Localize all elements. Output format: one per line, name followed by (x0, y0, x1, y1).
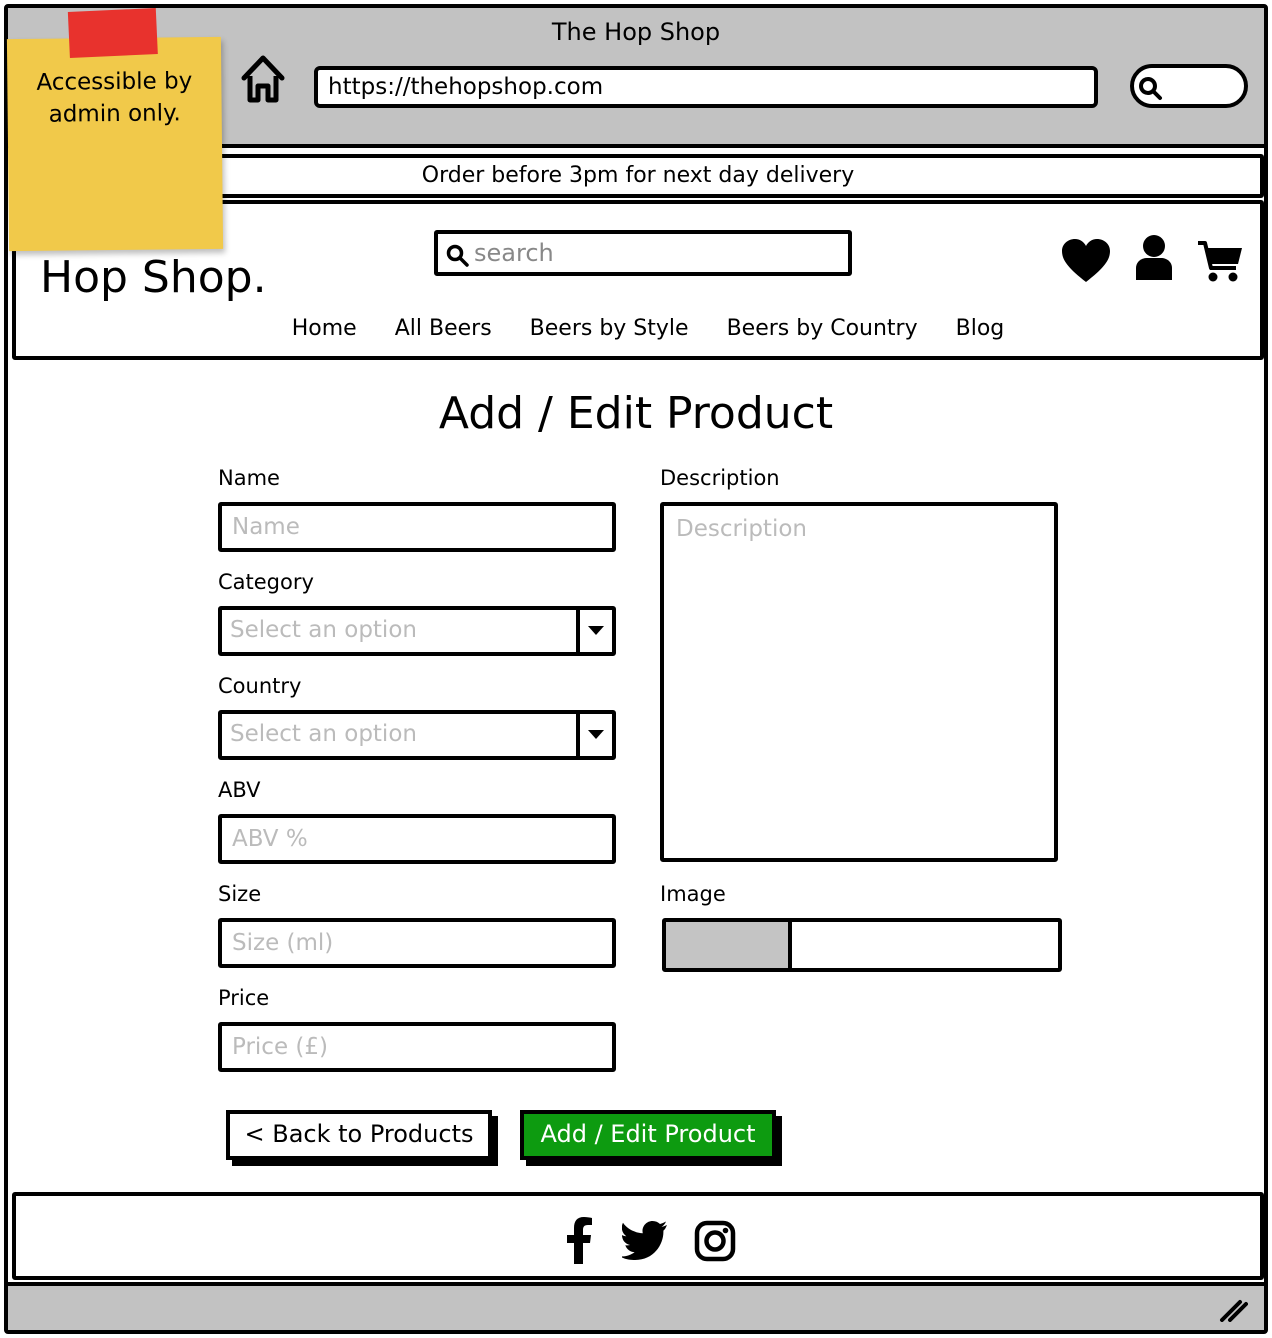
name-label: Name (218, 466, 280, 490)
name-input[interactable] (218, 502, 616, 552)
search-input[interactable] (474, 236, 834, 270)
admin-sticky-note: Accessible by admin only. (6, 8, 224, 252)
price-input[interactable] (218, 1022, 616, 1072)
site-footer (12, 1192, 1264, 1280)
search-icon (446, 244, 469, 267)
abv-label: ABV (218, 778, 261, 802)
page-title: Add / Edit Product (438, 388, 834, 439)
instagram-icon[interactable] (694, 1220, 736, 1262)
category-label: Category (218, 570, 314, 594)
country-select[interactable]: Select an option (218, 710, 616, 760)
chevron-down-icon[interactable] (576, 610, 612, 652)
browser-search-field[interactable] (1130, 64, 1248, 108)
site-logo[interactable]: Hop Shop. (40, 252, 267, 303)
back-to-products-button[interactable]: < Back to Products (226, 1110, 492, 1160)
add-edit-product-button[interactable]: Add / Edit Product (520, 1110, 776, 1160)
home-icon[interactable] (238, 50, 288, 104)
search-icon (1139, 77, 1162, 100)
description-textarea[interactable] (660, 502, 1058, 862)
size-label: Size (218, 882, 262, 906)
sticky-line-2: admin only. (48, 100, 181, 128)
choose-file-button[interactable] (666, 922, 792, 968)
main-nav: Home All Beers Beers by Style Beers by C… (16, 316, 1260, 341)
image-label: Image (660, 882, 726, 906)
cart-icon[interactable] (1196, 240, 1244, 284)
browser-window: The Hop Shop https://thehopshop.com Orde… (4, 4, 1268, 1334)
nav-beers-by-country[interactable]: Beers by Country (727, 316, 918, 341)
nav-blog[interactable]: Blog (956, 316, 1005, 341)
facebook-icon[interactable] (564, 1216, 594, 1264)
resize-grip-icon[interactable] (1218, 1296, 1248, 1322)
category-select[interactable]: Select an option (218, 606, 616, 656)
user-icon[interactable] (1134, 234, 1174, 280)
price-label: Price (218, 986, 270, 1010)
size-input[interactable] (218, 918, 616, 968)
tape (67, 8, 158, 58)
abv-input[interactable] (218, 814, 616, 864)
country-label: Country (218, 674, 302, 698)
heart-icon[interactable] (1060, 238, 1112, 284)
twitter-icon[interactable] (622, 1220, 668, 1260)
site-search[interactable] (434, 230, 852, 276)
sticky-line-1: Accessible by (36, 68, 193, 96)
country-selected: Select an option (230, 721, 417, 747)
address-bar[interactable]: https://thehopshop.com (314, 66, 1098, 108)
description-label: Description (660, 466, 780, 490)
nav-beers-by-style[interactable]: Beers by Style (530, 316, 689, 341)
chevron-down-icon[interactable] (576, 714, 612, 756)
category-selected: Select an option (230, 617, 417, 643)
nav-all-beers[interactable]: All Beers (395, 316, 492, 341)
nav-home[interactable]: Home (292, 316, 357, 341)
image-file-input[interactable] (662, 918, 1062, 972)
status-bar (8, 1282, 1264, 1330)
